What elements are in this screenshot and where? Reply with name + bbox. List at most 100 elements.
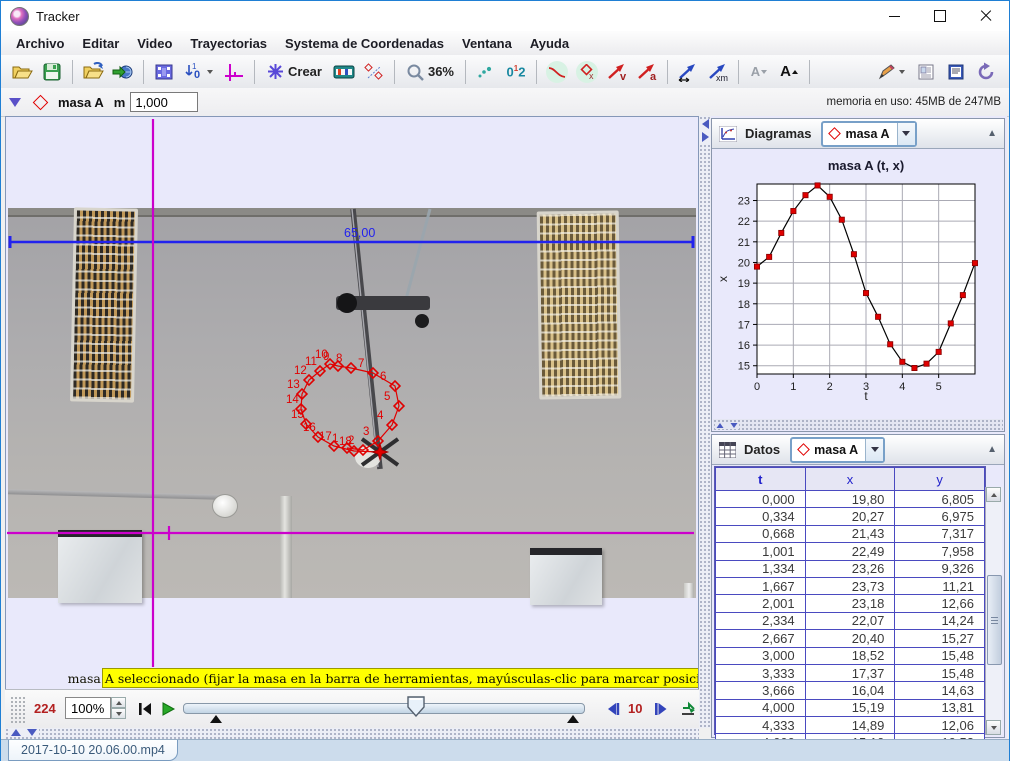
video-viewport[interactable]: 65,00123456789101112131415161718 masa A … [5,116,699,690]
table-cell[interactable]: 13,81 [895,699,985,716]
table-cell[interactable]: 15,19 [805,699,895,716]
table-cell[interactable]: 23,73 [805,577,895,594]
notes-button[interactable] [942,58,970,86]
table-cell[interactable]: 0,668 [716,525,806,542]
playback-rate-field[interactable]: 100% [65,697,111,719]
table-row[interactable]: 1,66723,7311,21 [716,577,985,594]
acceleration-button[interactable]: a [633,58,661,86]
table-cell[interactable]: 17,37 [805,664,895,681]
scroll-up-button[interactable] [986,487,1001,502]
worksheet-button[interactable] [912,58,940,86]
clip-end-marker[interactable] [567,715,579,723]
table-cell[interactable]: 12,06 [895,717,985,734]
table-row[interactable]: 2,33422,0714,24 [716,612,985,629]
calibration-points-button[interactable] [360,58,388,86]
table-cell[interactable]: 0,334 [716,508,806,525]
scrollbar-thumb[interactable] [987,575,1002,665]
maximize-button[interactable] [917,1,963,31]
open-library-button[interactable] [79,58,107,86]
table-row[interactable]: 2,00123,1812,66 [716,595,985,612]
frame-slider[interactable] [183,703,585,714]
table-cell[interactable]: 22,07 [805,612,895,629]
track-menu-icon[interactable] [9,98,21,107]
position-button[interactable]: x [573,58,601,86]
menu-systema-de-coordenadas[interactable]: Systema de Coordenadas [276,36,453,51]
new-track-button[interactable]: Crear [261,58,328,86]
rate-up-button[interactable] [111,697,126,708]
table-cell[interactable]: 11,21 [895,577,985,594]
column-header-t[interactable]: t [716,468,806,491]
table-cell[interactable]: 6,975 [895,508,985,525]
column-header-x[interactable]: x [805,468,895,491]
table-cell[interactable]: 4,333 [716,717,806,734]
table-row[interactable]: 1,00122,497,958 [716,543,985,560]
menu-editar[interactable]: Editar [73,36,128,51]
drawings-button[interactable] [872,58,910,86]
table-cell[interactable]: 16,04 [805,682,895,699]
mass-value-field[interactable] [130,92,198,112]
table-cell[interactable]: 1,334 [716,560,806,577]
horizontal-splitter[interactable] [5,728,699,739]
track-marker-icon[interactable] [33,94,49,110]
table-row[interactable]: 3,66616,0414,63 [716,682,985,699]
table-cell[interactable]: 15,48 [895,664,985,681]
plot-chart[interactable]: 012345151617181920212223masa A (t, x)xt [713,150,1003,418]
table-cell[interactable]: 7,317 [895,525,985,542]
video-file-tab[interactable]: 2017-10-10 20.06.00.mp4 [8,740,178,761]
trace-button[interactable] [543,58,571,86]
save-button[interactable] [38,58,66,86]
table-row[interactable]: 4,33314,8912,06 [716,717,985,734]
table-cell[interactable]: 1,001 [716,543,806,560]
table-cell[interactable]: 0,000 [716,491,806,508]
vertical-splitter-arrows[interactable] [700,119,710,145]
vertical-splitter[interactable] [699,116,711,728]
selected-track-name[interactable]: masa A [58,95,104,110]
axes-button[interactable] [220,58,248,86]
trails-button[interactable] [472,58,500,86]
zoom-button[interactable]: 36% [401,58,459,86]
rate-spinner[interactable] [111,697,126,719]
table-cell[interactable]: 1,667 [716,577,806,594]
plot-splitter[interactable] [713,419,1003,430]
vector-button[interactable] [674,58,702,86]
minimize-button[interactable] [871,1,917,31]
table-cell[interactable]: 3,000 [716,647,806,664]
table-cell[interactable]: 2,667 [716,630,806,647]
table-row[interactable]: 0,00019,806,805 [716,491,985,508]
column-header-y[interactable]: y [895,468,985,491]
diagramas-collapse-button[interactable]: ▲ [987,128,997,139]
table-row[interactable]: 2,66720,4015,27 [716,630,985,647]
table-cell[interactable]: 2,334 [716,612,806,629]
table-cell[interactable]: 7,958 [895,543,985,560]
table-cell[interactable]: 6,805 [895,491,985,508]
step-size[interactable]: 10 [628,701,642,716]
table-cell[interactable]: 14,89 [805,717,895,734]
table-row[interactable]: 3,00018,5215,48 [716,647,985,664]
diagramas-track-select[interactable]: masa A [821,121,916,147]
table-cell[interactable]: 22,49 [805,543,895,560]
table-row[interactable]: 1,33423,269,326 [716,560,985,577]
menu-video[interactable]: Video [128,36,181,51]
table-cell[interactable]: 12,66 [895,595,985,612]
table-cell[interactable]: 21,43 [805,525,895,542]
play-button[interactable] [156,697,180,721]
table-cell[interactable]: 18,52 [805,647,895,664]
table-cell[interactable]: 4,000 [716,699,806,716]
table-row[interactable]: 0,66821,437,317 [716,525,985,542]
table-cell[interactable]: 14,24 [895,612,985,629]
table-row[interactable]: 0,33420,276,975 [716,508,985,525]
table-cell[interactable]: 9,326 [895,560,985,577]
close-button[interactable] [963,1,1009,31]
step-forward-button[interactable] [649,697,673,721]
table-cell[interactable]: 15,48 [895,647,985,664]
font-bigger-button[interactable]: A [775,58,803,86]
table-row[interactable]: 3,33317,3715,48 [716,664,985,681]
refresh-button[interactable] [972,58,1000,86]
datos-track-select[interactable]: masa A [790,437,885,463]
step-back-button[interactable] [601,697,625,721]
open-button[interactable] [8,58,36,86]
frame-slider-thumb[interactable] [407,696,425,722]
tape-length-label[interactable]: 65,00 [344,226,375,240]
velocity-button[interactable]: v [603,58,631,86]
table-cell[interactable]: 14,63 [895,682,985,699]
